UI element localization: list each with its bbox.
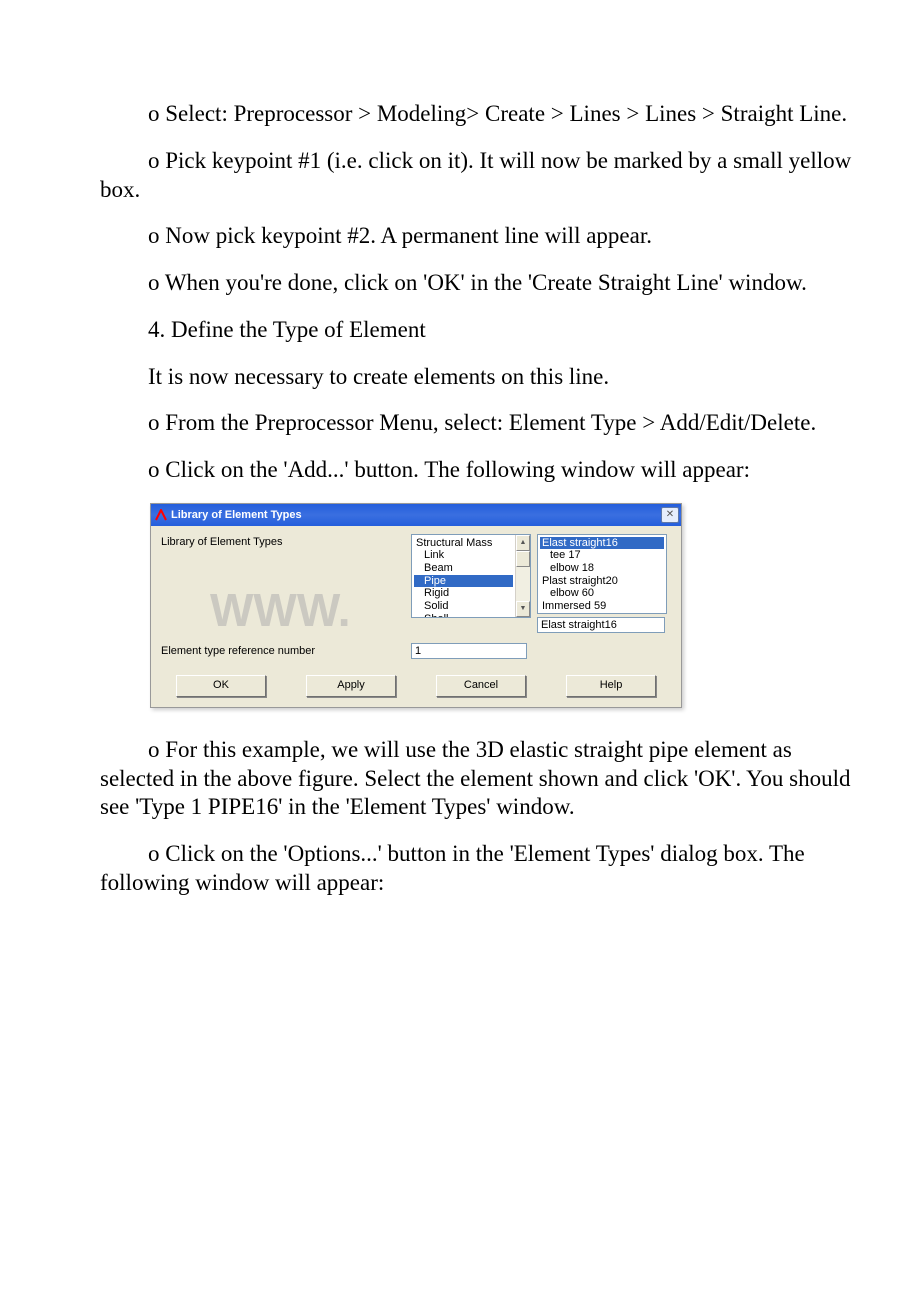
scrollbar[interactable]: ▲ ▼ [515, 535, 530, 617]
list-item[interactable]: elbow 18 [540, 562, 664, 575]
scroll-track [516, 567, 530, 601]
library-label: Library of Element Types [161, 534, 411, 548]
refnum-input[interactable]: 1 [411, 643, 527, 659]
category-list-col: Structural MassLinkBeamPipeRigidSolidShe… [411, 534, 531, 618]
paragraph: o Select: Preprocessor > Modeling> Creat… [100, 100, 860, 129]
paragraph: It is now necessary to create elements o… [100, 363, 860, 392]
scroll-up-icon[interactable]: ▲ [516, 535, 530, 551]
refnum-col: 1 [411, 643, 531, 659]
app-logo-icon [155, 509, 167, 521]
subtype-list-items: Elast straight16tee 17elbow 18Plast stra… [538, 535, 666, 613]
list-item[interactable]: Rigid [414, 587, 513, 600]
close-icon: ✕ [666, 509, 674, 520]
paragraph: o From the Preprocessor Menu, select: El… [100, 409, 860, 438]
category-listbox[interactable]: Structural MassLinkBeamPipeRigidSolidShe… [411, 534, 531, 618]
scroll-thumb[interactable] [516, 551, 530, 567]
title-left: Library of Element Types [155, 509, 302, 521]
dialog-container: WWW. Library of Element Types ✕ Library … [100, 503, 860, 708]
apply-button[interactable]: Apply [306, 675, 396, 697]
paragraph: o When you're done, click on 'OK' in the… [100, 269, 860, 298]
help-button[interactable]: Help [566, 675, 656, 697]
scroll-down-icon[interactable]: ▼ [516, 601, 530, 617]
list-item[interactable]: Shell [414, 613, 513, 618]
paragraph: o Click on the 'Options...' button in th… [100, 840, 860, 898]
list-item[interactable]: Solid [414, 600, 513, 613]
paragraph: o Pick keypoint #1 (i.e. click on it). I… [100, 147, 860, 205]
cancel-button[interactable]: Cancel [436, 675, 526, 697]
list-item[interactable]: Link [414, 549, 513, 562]
ok-button[interactable]: OK [176, 675, 266, 697]
paragraph: 4. Define the Type of Element [100, 316, 860, 345]
document-page: o Select: Preprocessor > Modeling> Creat… [0, 0, 920, 976]
paragraph: o Click on the 'Add...' button. The foll… [100, 456, 860, 485]
close-button[interactable]: ✕ [661, 507, 679, 523]
category-list-items: Structural MassLinkBeamPipeRigidSolidShe… [412, 535, 515, 617]
library-row: Library of Element Types Structural Mass… [161, 534, 671, 633]
element-types-dialog: Library of Element Types ✕ Library of El… [150, 503, 682, 708]
list-item[interactable]: elbow 60 [540, 587, 664, 600]
list-item[interactable]: Structural Mass [414, 537, 513, 550]
refnum-label: Element type reference number [161, 643, 411, 657]
paragraph: o Now pick keypoint #2. A permanent line… [100, 222, 860, 251]
paragraph: o For this example, we will use the 3D e… [100, 736, 860, 822]
subtype-listbox[interactable]: Elast straight16tee 17elbow 18Plast stra… [537, 534, 667, 614]
dialog-body: Library of Element Types Structural Mass… [151, 526, 681, 707]
list-item[interactable]: Plast straight20 [540, 575, 664, 588]
list-item[interactable]: tee 17 [540, 549, 664, 562]
refnum-row: Element type reference number 1 [161, 643, 671, 659]
list-item[interactable]: Immersed 59 [540, 600, 664, 613]
list-item[interactable]: Pipe [414, 575, 513, 588]
list-item[interactable]: Elast straight16 [540, 537, 664, 550]
list-item[interactable]: Beam [414, 562, 513, 575]
dialog-title: Library of Element Types [171, 509, 302, 521]
dialog-titlebar[interactable]: Library of Element Types ✕ [151, 504, 681, 526]
subtype-list-col: Elast straight16tee 17elbow 18Plast stra… [537, 534, 667, 633]
button-row: OK Apply Cancel Help [161, 675, 671, 697]
selected-element-field[interactable]: Elast straight16 [537, 617, 665, 633]
